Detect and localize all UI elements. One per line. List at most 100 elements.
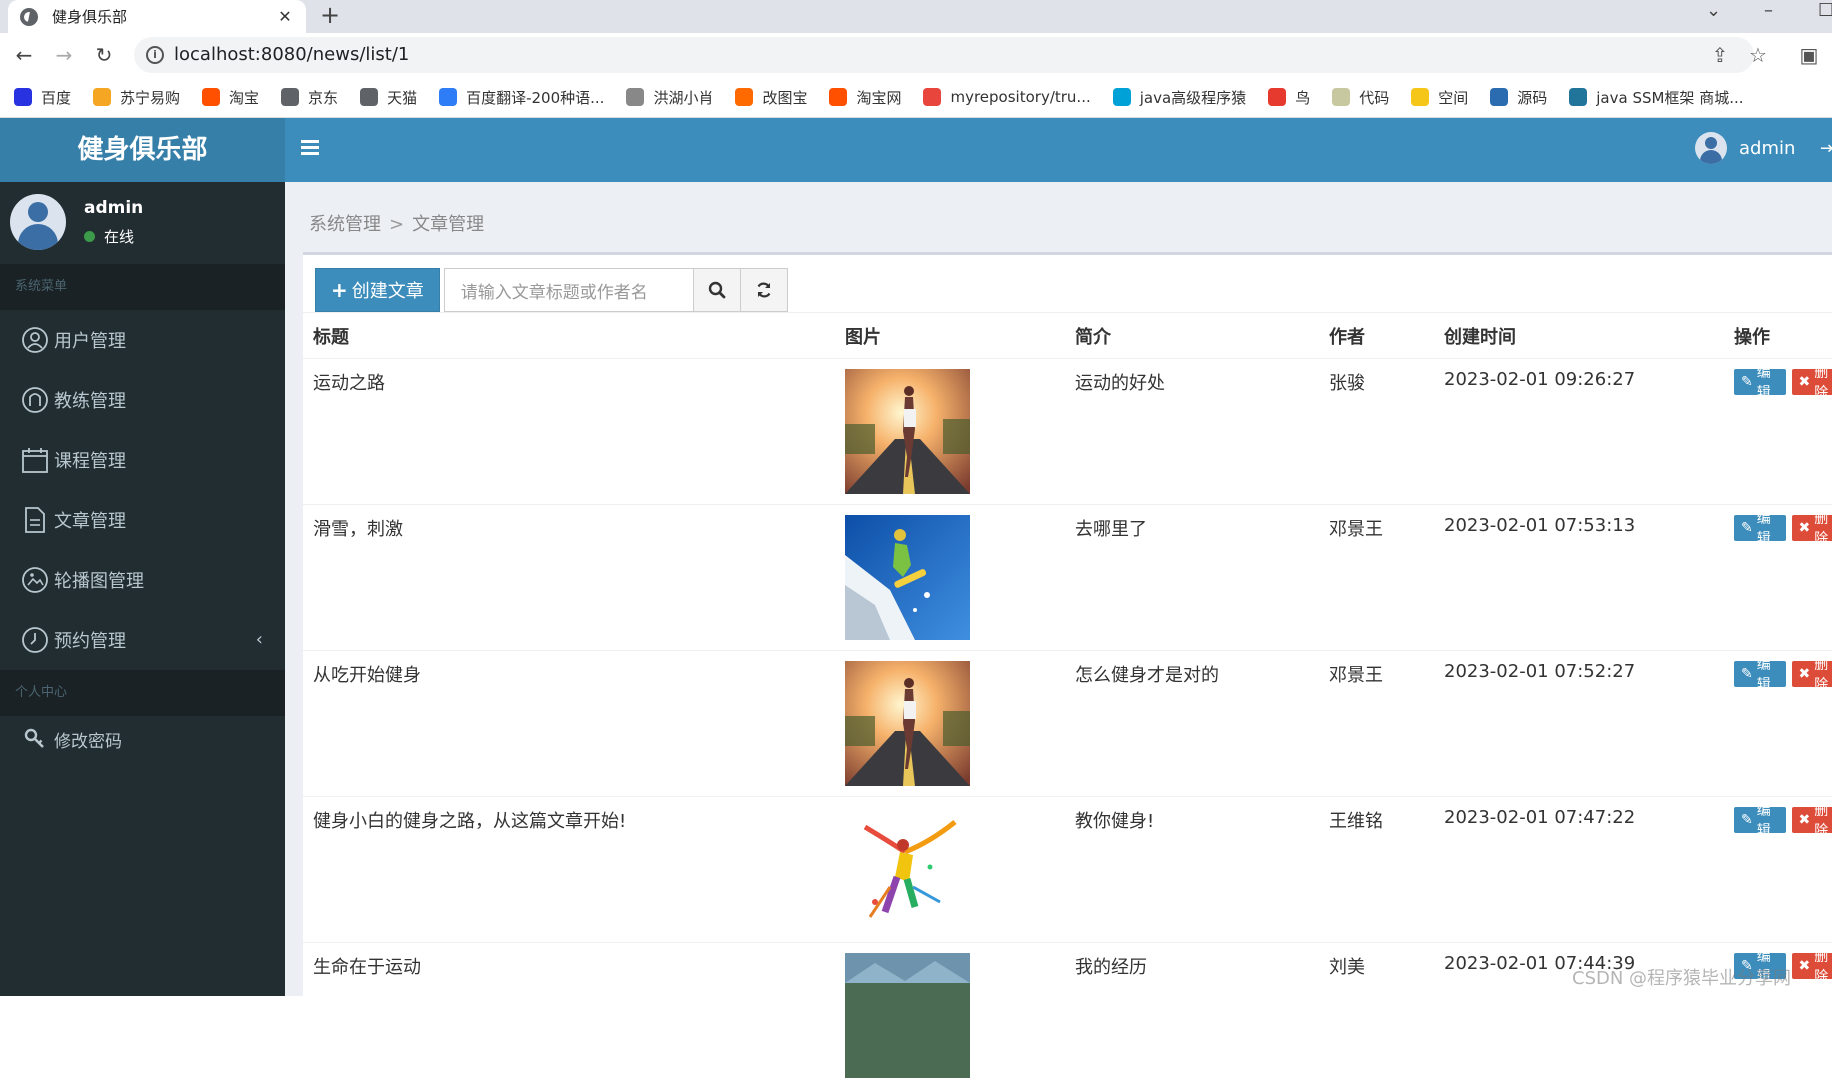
site-info-icon[interactable]: i xyxy=(146,46,164,64)
chevron-down-icon[interactable]: ⌄ xyxy=(1706,0,1721,33)
column-header: 创建时间 xyxy=(1434,313,1724,359)
menu-toggle-icon[interactable] xyxy=(301,140,319,156)
search-icon xyxy=(708,281,726,299)
bookmark-item[interactable]: java SSM框架 商城... xyxy=(1569,87,1743,108)
edit-icon: ✎ xyxy=(1741,666,1753,682)
bookmark-label: 天猫 xyxy=(387,87,417,108)
bookmark-item[interactable]: 淘宝网 xyxy=(829,87,901,108)
sidebar-item[interactable]: 课程管理 xyxy=(0,430,285,490)
menu-header-system: 系统菜单 xyxy=(0,264,285,310)
refresh-icon xyxy=(755,281,773,299)
cell-image xyxy=(835,505,1065,651)
delete-button[interactable]: ✖删除 xyxy=(1792,515,1832,541)
bookmark-label: 百度 xyxy=(41,87,71,108)
delete-button[interactable]: ✖删除 xyxy=(1792,807,1832,833)
breadcrumb-separator: > xyxy=(389,214,404,235)
column-header: 操作 xyxy=(1724,313,1832,359)
sidebar-item[interactable]: 预约管理‹ xyxy=(0,610,285,670)
chevron-left-icon[interactable]: ‹ xyxy=(256,610,263,670)
delete-label: 删除 xyxy=(1814,654,1832,694)
sidebar-item[interactable]: 教练管理 xyxy=(0,370,285,430)
browser-tab[interactable]: 健身俱乐部 ✕ xyxy=(8,0,306,33)
forward-icon[interactable]: → xyxy=(48,39,80,71)
edit-label: 编辑 xyxy=(1757,362,1779,402)
bookmark-item[interactable]: myrepository/tru... xyxy=(923,88,1090,106)
bookmarks-bar: 百度 苏宁易购 淘宝 京东 天猫 百度翻译-200种语... 洪湖小肖 改图宝 淘宝网 myrep… xyxy=(0,77,1832,118)
cell-title: 滑雪，刺激 xyxy=(303,505,835,651)
article-thumbnail xyxy=(845,661,1065,786)
create-article-label: 创建文章 xyxy=(352,277,424,303)
share-icon[interactable]: ⇪ xyxy=(1706,39,1734,71)
top-navbar: admin ⇥ xyxy=(285,118,1832,182)
bookmark-item[interactable]: 鸟 xyxy=(1268,87,1310,108)
top-user-menu[interactable]: admin xyxy=(1695,132,1795,164)
cell-intro: 去哪里了 xyxy=(1065,505,1319,651)
bookmark-item[interactable]: 百度翻译-200种语... xyxy=(439,87,604,108)
signout-icon[interactable]: ⇥ xyxy=(1820,138,1832,159)
user-circle-icon xyxy=(20,325,50,355)
back-icon[interactable]: ← xyxy=(8,39,40,71)
cell-image xyxy=(835,943,1065,1089)
minimize-icon[interactable]: – xyxy=(1764,0,1773,33)
create-article-button[interactable]: + 创建文章 xyxy=(315,268,440,312)
column-header: 标题 xyxy=(303,313,835,359)
side-panel-icon[interactable]: ▣ xyxy=(1795,39,1823,71)
delete-button[interactable]: ✖删除 xyxy=(1792,953,1832,979)
cell-created: 2023-02-01 07:47:22 xyxy=(1434,797,1724,943)
cell-actions: ✎编辑✖删除 xyxy=(1724,505,1832,651)
bookmark-item[interactable]: 代码 xyxy=(1332,87,1389,108)
sidebar-item[interactable]: 文章管理 xyxy=(0,490,285,550)
bookmark-favicon-icon xyxy=(1490,88,1508,106)
refresh-button[interactable] xyxy=(741,268,788,312)
close-tab-icon[interactable]: ✕ xyxy=(276,7,294,26)
delete-icon: ✖ xyxy=(1799,666,1811,682)
column-header: 简介 xyxy=(1065,313,1319,359)
edit-button[interactable]: ✎编辑 xyxy=(1734,515,1786,541)
sidebar-item[interactable]: 用户管理 xyxy=(0,310,285,370)
new-tab-button[interactable]: + xyxy=(320,0,340,33)
bookmark-item[interactable]: 源码 xyxy=(1490,87,1547,108)
cell-image xyxy=(835,651,1065,797)
status-label: 在线 xyxy=(104,226,134,247)
user-name: admin xyxy=(84,198,143,218)
sidebar-item[interactable]: 轮播图管理 xyxy=(0,550,285,610)
bookmark-item[interactable]: 洪湖小肖 xyxy=(626,87,713,108)
cell-intro: 怎么健身才是对的 xyxy=(1065,651,1319,797)
address-bar: ← → ↻ i localhost:8080/news/list/1 ⇪ ☆ ▣ xyxy=(0,33,1832,77)
bookmark-item[interactable]: 天猫 xyxy=(360,87,417,108)
globe-icon xyxy=(20,8,38,26)
maximize-icon[interactable]: ☐ xyxy=(1818,0,1832,33)
reload-icon[interactable]: ↻ xyxy=(88,39,120,71)
edit-button[interactable]: ✎编辑 xyxy=(1734,807,1786,833)
app-logo[interactable]: 健身俱乐部 xyxy=(0,118,285,182)
delete-button[interactable]: ✖删除 xyxy=(1792,369,1832,395)
search-button[interactable] xyxy=(694,268,741,312)
bookmark-item[interactable]: 淘宝 xyxy=(202,87,259,108)
bookmark-label: 苏宁易购 xyxy=(120,87,180,108)
edit-icon: ✎ xyxy=(1741,520,1753,536)
edit-icon: ✎ xyxy=(1741,374,1753,390)
edit-button[interactable]: ✎编辑 xyxy=(1734,369,1786,395)
edit-button[interactable]: ✎编辑 xyxy=(1734,661,1786,687)
cell-title: 生命在于运动 xyxy=(303,943,835,1089)
delete-icon: ✖ xyxy=(1799,374,1811,390)
breadcrumb-parent[interactable]: 系统管理 xyxy=(309,214,381,235)
bookmark-item[interactable]: 百度 xyxy=(14,87,71,108)
bookmark-star-icon[interactable]: ☆ xyxy=(1744,39,1772,71)
bookmark-item[interactable]: java高级程序猿 xyxy=(1113,87,1246,108)
bookmark-favicon-icon xyxy=(93,88,111,106)
sidebar-item[interactable]: 修改密码 xyxy=(0,716,285,762)
delete-button[interactable]: ✖删除 xyxy=(1792,661,1832,687)
bookmark-item[interactable]: 京东 xyxy=(281,87,338,108)
browser-tab-strip: 健身俱乐部 ✕ + ⌄ – ☐ xyxy=(0,0,1832,33)
bookmark-item[interactable]: 苏宁易购 xyxy=(93,87,180,108)
bookmark-item[interactable]: 改图宝 xyxy=(735,87,807,108)
url-field[interactable]: i localhost:8080/news/list/1 xyxy=(134,37,1754,73)
breadcrumb-current: 文章管理 xyxy=(412,214,484,235)
search-input[interactable]: 请输入文章标题或作者名 xyxy=(444,268,694,312)
bookmark-label: 空间 xyxy=(1438,87,1468,108)
bookmark-item[interactable]: 空间 xyxy=(1411,87,1468,108)
delete-icon: ✖ xyxy=(1799,520,1811,536)
table-row: 滑雪，刺激去哪里了邓景王2023-02-01 07:53:13✎编辑✖删除 xyxy=(303,505,1832,651)
app-root: 健身俱乐部 admin 在线 系统菜单 用户管理教练管理课程管理文章管理轮播图管… xyxy=(0,118,1832,996)
